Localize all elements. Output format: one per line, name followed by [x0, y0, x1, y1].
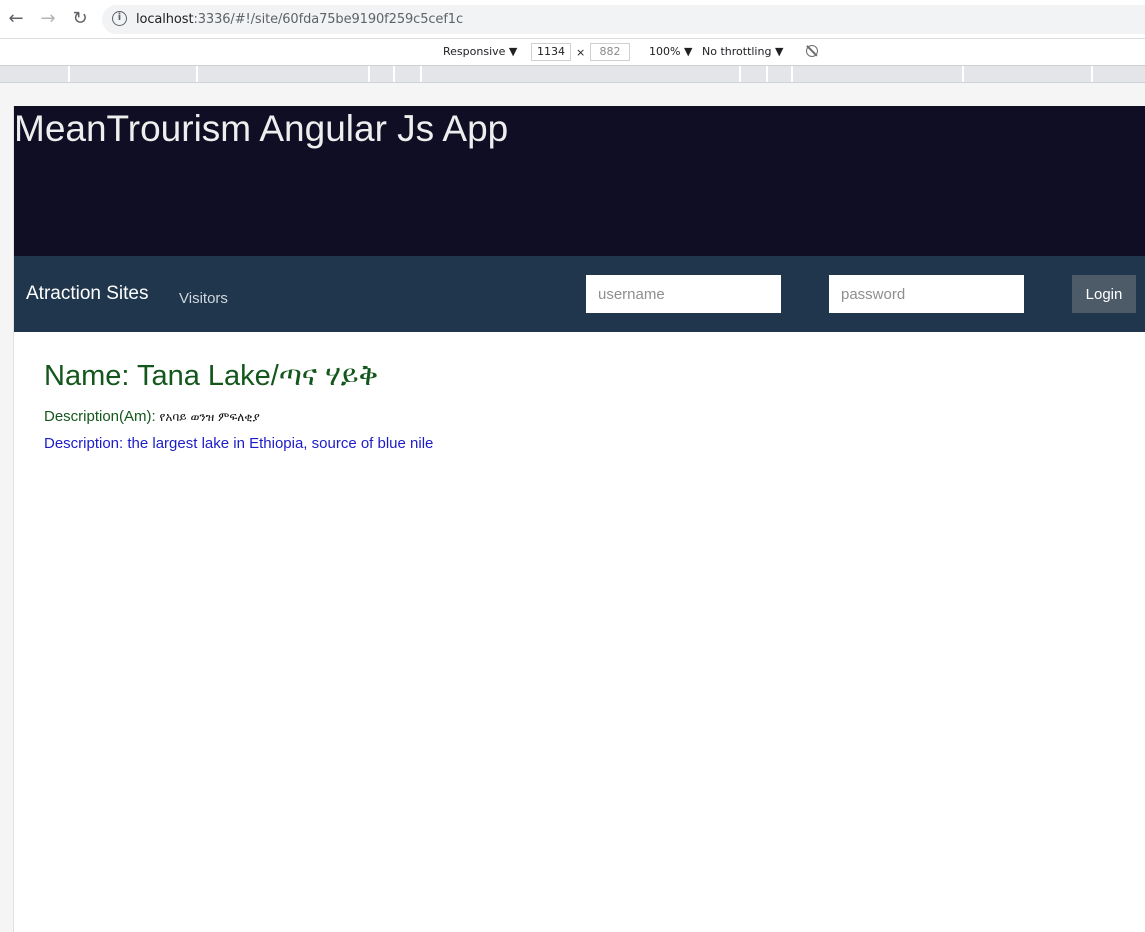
dimension-times: × — [576, 46, 586, 59]
browser-toolbar: ← → ↻ i localhost:3336/#!/site/60fda75be… — [0, 0, 1145, 39]
description-english: Description: the largest lake in Ethiopi… — [44, 435, 434, 452]
device-select[interactable]: Responsive ▼ — [443, 45, 517, 58]
password-input[interactable] — [829, 275, 1024, 313]
media-query-tick — [739, 66, 741, 82]
zoom-select[interactable]: 100% ▼ — [649, 45, 692, 58]
media-query-tick — [196, 66, 198, 82]
address-bar[interactable]: i localhost:3336/#!/site/60fda75be9190f2… — [102, 5, 1145, 34]
viewport-height-input[interactable]: 882 — [590, 43, 630, 61]
reload-icon[interactable]: ↻ — [69, 7, 91, 31]
media-query-bar[interactable] — [0, 66, 1145, 83]
media-query-tick — [420, 66, 422, 82]
navbar: Atraction Sites Visitors Login — [14, 256, 1145, 332]
app-header: MeanTrourism Angular Js App — [14, 106, 1145, 256]
description-amharic: Description(Am): የአባይ ወንዝ ምፍለቂያ — [44, 408, 260, 425]
viewport-gutter — [0, 83, 1145, 106]
viewport-width-input[interactable]: 1134 — [531, 43, 571, 61]
media-query-tick — [1091, 66, 1093, 82]
device-toolbar: Responsive ▼ 1134 × 882 100% ▼ No thrott… — [0, 39, 1145, 66]
back-arrow-icon[interactable]: ← — [5, 7, 27, 31]
viewport-gutter-left — [0, 106, 14, 932]
url-host: localhost — [136, 12, 194, 27]
media-query-tick — [68, 66, 70, 82]
media-query-tick — [766, 66, 768, 82]
media-query-tick — [368, 66, 370, 82]
rotate-icon[interactable] — [806, 45, 818, 57]
username-input[interactable] — [586, 275, 781, 313]
description-amharic-text: የአባይ ወንዝ ምፍለቂያ — [155, 410, 260, 424]
app-title: MeanTrourism Angular Js App — [14, 108, 509, 149]
media-query-tick — [791, 66, 793, 82]
forward-arrow-icon[interactable]: → — [37, 7, 59, 31]
nav-brand-link[interactable]: Atraction Sites — [26, 283, 149, 305]
media-query-tick — [393, 66, 395, 82]
throttling-select[interactable]: No throttling ▼ — [702, 45, 783, 58]
site-name: Name: Tana Lake/ጣና ሃይቅ — [44, 360, 379, 392]
description-amharic-label: Description(Am): — [44, 408, 156, 425]
url-path: :3336/#!/site/60fda75be9190f259c5cef1c — [193, 12, 464, 27]
site-detail: Name: Tana Lake/ጣና ሃይቅ Description(Am): … — [44, 360, 1124, 452]
url-text[interactable]: localhost:3336/#!/site/60fda75be9190f259… — [136, 12, 463, 27]
media-query-tick — [962, 66, 964, 82]
site-info-icon[interactable]: i — [112, 11, 127, 26]
login-button[interactable]: Login — [1072, 275, 1136, 313]
nav-link-visitors[interactable]: Visitors — [179, 290, 228, 307]
